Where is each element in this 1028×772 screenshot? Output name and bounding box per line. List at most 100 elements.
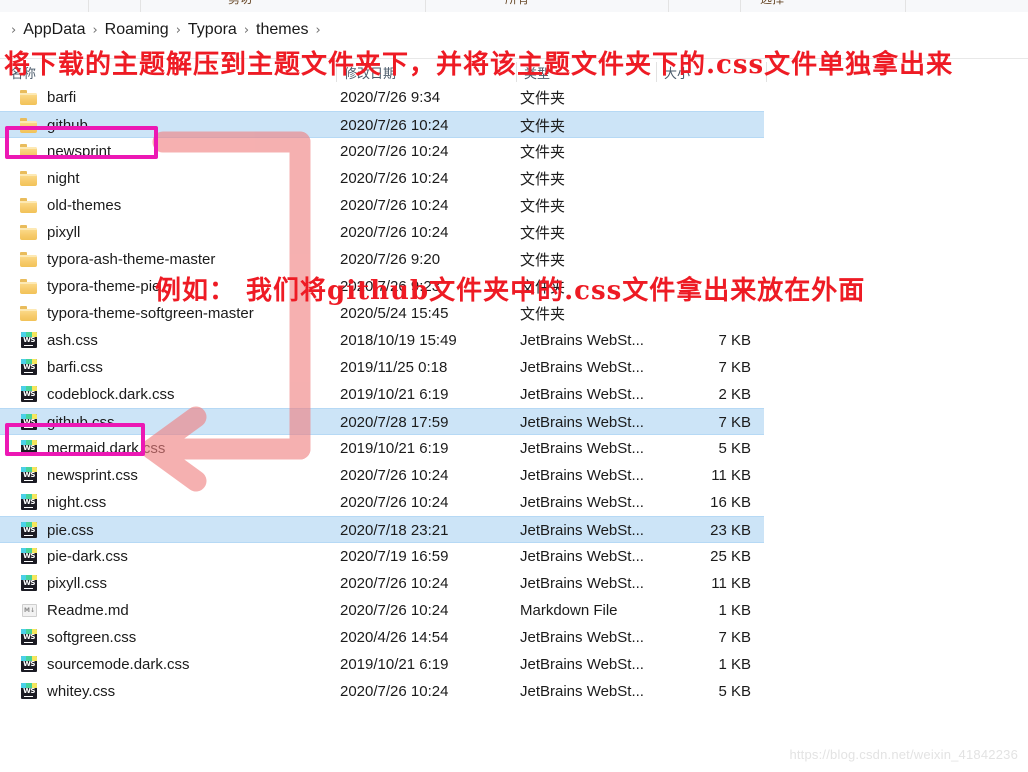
webstorm-css-icon: WS [20, 414, 38, 431]
file-name-label: night [47, 170, 80, 187]
file-date-cell: 2020/4/26 14:54 [340, 629, 449, 646]
file-type-cell: JetBrains WebSt... [520, 548, 644, 565]
breadcrumb-item-appdata[interactable]: AppData [23, 22, 85, 38]
file-date-cell: 2020/7/19 16:59 [340, 548, 449, 565]
file-row[interactable]: WS pie-dark.css 2020/7/19 16:59 JetBrains W… [0, 543, 764, 570]
file-row[interactable]: night 2020/7/26 10:24 文件夹 [0, 165, 764, 192]
file-row[interactable]: WS newsprint.css 2020/7/26 10:24 JetBrains … [0, 462, 764, 489]
file-name-cell[interactable]: WS github.css [20, 409, 340, 436]
ribbon-divider [668, 0, 669, 12]
breadcrumb-item-typora[interactable]: Typora [188, 22, 237, 38]
file-size-cell: 7 KB [718, 332, 751, 349]
file-type-cell: JetBrains WebSt... [520, 332, 644, 349]
file-row[interactable]: WS softgreen.css 2020/4/26 14:54 JetBrains … [0, 624, 764, 651]
file-name-cell[interactable]: barfi [20, 84, 340, 111]
file-name-cell[interactable]: WS newsprint.css [20, 462, 340, 489]
file-name-cell[interactable]: WS sourcemode.dark.css [20, 651, 340, 678]
file-name-label: github.css [47, 414, 115, 431]
file-name-cell[interactable]: github [20, 112, 340, 139]
chevron-right-icon[interactable]: › [309, 24, 328, 37]
file-row[interactable]: typora-ash-theme-master 2020/7/26 9:20 文件夹 [0, 246, 764, 273]
file-size-cell [640, 192, 755, 219]
file-row[interactable]: M↓ Readme.md 2020/7/26 10:24 Markdown File 1… [0, 597, 764, 624]
file-name-cell[interactable]: M↓ Readme.md [20, 597, 340, 624]
file-row[interactable]: WS ash.css 2018/10/19 15:49 JetBrains WebSt… [0, 327, 764, 354]
file-name-cell[interactable]: old-themes [20, 192, 340, 219]
file-date-cell: 2019/10/21 6:19 [340, 656, 449, 673]
file-date-cell: 2019/11/25 0:18 [340, 359, 448, 376]
file-size-cell [640, 138, 755, 165]
file-name-label: pixyll [47, 224, 81, 241]
file-row[interactable]: newsprint 2020/7/26 10:24 文件夹 [0, 138, 764, 165]
file-name-cell[interactable]: WS pie-dark.css [20, 543, 340, 570]
file-type-cell: JetBrains WebSt... [520, 414, 644, 431]
file-row[interactable]: WS codeblock.dark.css 2019/10/21 6:19 JetBr… [0, 381, 764, 408]
file-name-cell[interactable]: WS barfi.css [20, 354, 340, 381]
file-row[interactable]: github 2020/7/26 10:24 文件夹 [0, 111, 764, 138]
file-date-cell: 2020/7/18 23:21 [340, 522, 449, 539]
ribbon-label-select[interactable]: 选择 [760, 0, 784, 7]
file-type-cell: JetBrains WebSt... [520, 440, 644, 457]
ribbon-label-cut[interactable]: 剪切 [228, 0, 252, 7]
file-row[interactable]: WS whitey.css 2020/7/26 10:24 JetBrains Web… [0, 678, 764, 705]
file-name-cell[interactable]: WS codeblock.dark.css [20, 381, 340, 408]
file-type-cell: JetBrains WebSt... [520, 386, 644, 403]
file-name-cell[interactable]: WS whitey.css [20, 678, 340, 705]
webstorm-css-icon: WS [20, 359, 38, 376]
ribbon-label-select-all[interactable]: 所有 [505, 0, 529, 7]
ribbon-divider [905, 0, 906, 12]
file-name-cell[interactable]: night [20, 165, 340, 192]
file-size-cell: 7 KB [718, 629, 751, 646]
file-type-cell: 文件夹 [520, 90, 566, 107]
file-size-cell [640, 219, 755, 246]
ribbon-divider [140, 0, 141, 12]
file-name-label: barfi.css [47, 359, 103, 376]
file-size-cell: 5 KB [718, 683, 751, 700]
file-type-cell: JetBrains WebSt... [520, 575, 644, 592]
file-name-label: pie-dark.css [47, 548, 128, 565]
file-date-cell: 2020/7/26 10:24 [340, 683, 449, 700]
file-name-cell[interactable]: WS pie.css [20, 517, 340, 544]
file-date-cell: 2020/7/28 17:59 [340, 414, 449, 431]
file-row[interactable]: WS barfi.css 2019/11/25 0:18 JetBrains WebS… [0, 354, 764, 381]
file-row[interactable]: WS mermaid.dark.css 2019/10/21 6:19 JetBrai… [0, 435, 764, 462]
file-name-cell[interactable]: pixyll [20, 219, 340, 246]
file-type-cell: 文件夹 [520, 144, 566, 161]
file-name-cell[interactable]: newsprint [20, 138, 340, 165]
file-date-cell: 2020/7/26 10:24 [340, 197, 449, 214]
file-name-cell[interactable]: WS pixyll.css [20, 570, 340, 597]
breadcrumb-item-roaming[interactable]: Roaming [105, 22, 169, 38]
file-type-cell: Markdown File [520, 602, 618, 619]
chevron-right-icon: › [11, 22, 17, 38]
file-date-cell: 2020/7/26 10:24 [340, 224, 449, 241]
file-row[interactable]: WS github.css 2020/7/28 17:59 JetBrains Web… [0, 408, 764, 435]
folder-icon [20, 252, 38, 267]
file-date-cell: 2020/7/26 10:24 [340, 143, 449, 160]
file-name-label: whitey.css [47, 683, 116, 700]
file-name-label: old-themes [47, 197, 122, 214]
file-list[interactable]: barfi 2020/7/26 9:34 文件夹 github 2020/7/26 10… [0, 84, 1028, 744]
file-name-cell[interactable]: WS night.css [20, 489, 340, 516]
file-row[interactable]: WS sourcemode.dark.css 2019/10/21 6:19 JetB… [0, 651, 764, 678]
file-name-cell[interactable]: WS softgreen.css [20, 624, 340, 651]
file-row[interactable]: old-themes 2020/7/26 10:24 文件夹 [0, 192, 764, 219]
file-size-cell: 23 KB [710, 522, 751, 539]
file-row[interactable]: barfi 2020/7/26 9:34 文件夹 [0, 84, 764, 111]
breadcrumb-item-themes[interactable]: themes [256, 22, 308, 38]
file-name-label: mermaid.dark.css [47, 440, 166, 457]
file-row[interactable]: WS pie.css 2020/7/18 23:21 JetBrains WebSt.… [0, 516, 764, 543]
file-row[interactable]: pixyll 2020/7/26 10:24 文件夹 [0, 219, 764, 246]
breadcrumb[interactable]: › AppData › Roaming › Typora › themes › [0, 17, 1028, 43]
file-name-cell[interactable]: WS mermaid.dark.css [20, 435, 340, 462]
file-size-cell [640, 246, 755, 273]
file-size-cell: 16 KB [710, 494, 751, 511]
file-type-cell: JetBrains WebSt... [520, 656, 644, 673]
file-row[interactable]: WS night.css 2020/7/26 10:24 JetBrains WebS… [0, 489, 764, 516]
file-date-cell: 2020/7/26 9:20 [340, 251, 441, 268]
file-name-label: newsprint [47, 143, 112, 160]
file-name-cell[interactable]: typora-ash-theme-master [20, 246, 340, 273]
file-size-cell: 11 KB [711, 467, 751, 484]
file-name-cell[interactable]: WS ash.css [20, 327, 340, 354]
file-row[interactable]: WS pixyll.css 2020/7/26 10:24 JetBrains Web… [0, 570, 764, 597]
file-date-cell: 2020/7/26 10:24 [340, 170, 449, 187]
